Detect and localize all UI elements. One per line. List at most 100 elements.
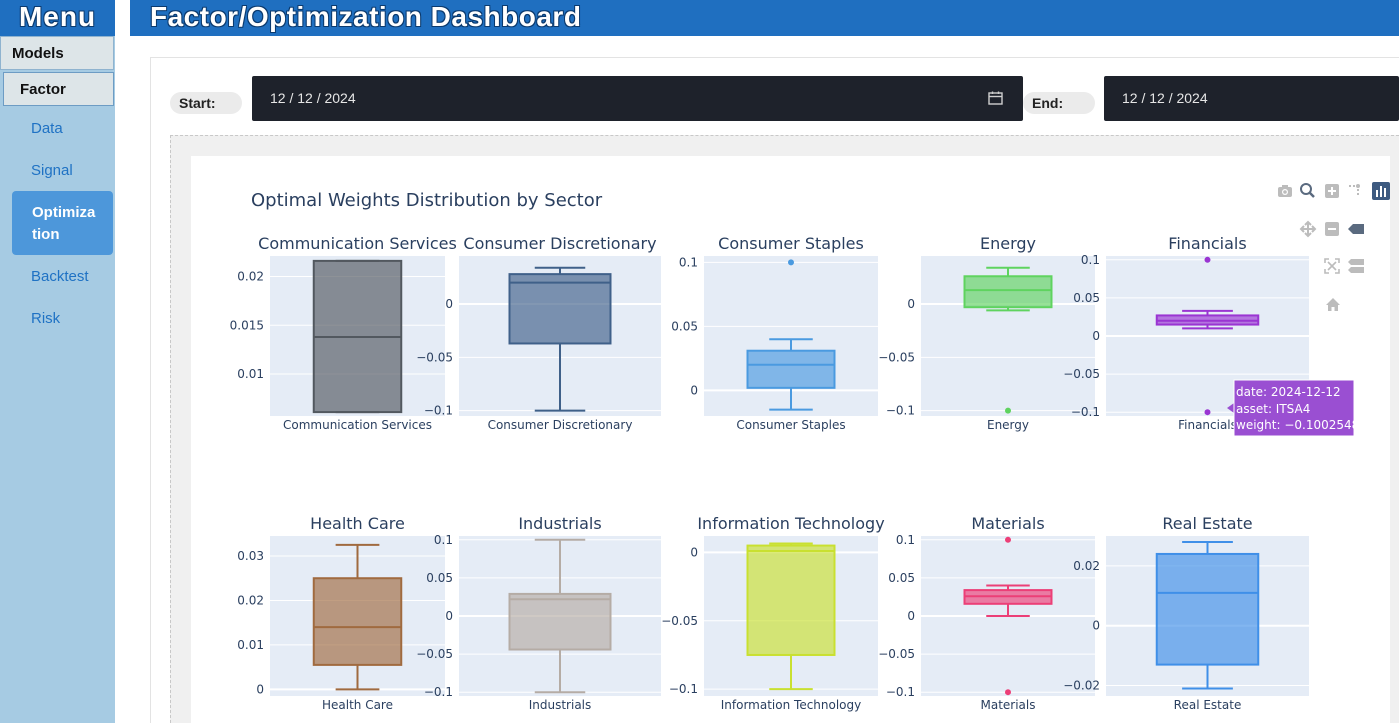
outlier-point[interactable]	[1005, 407, 1011, 414]
x-tick-label: Communication Services	[283, 418, 432, 432]
subplot-title: Industrials	[518, 514, 601, 533]
y-tick-label: 0	[907, 297, 915, 311]
tooltip-weight: weight: −0.1002548	[1236, 418, 1359, 432]
sidebar-item-signal[interactable]: Signal	[31, 162, 73, 179]
sidebar-item-optimization-label: Optimiza tion	[32, 204, 96, 243]
y-tick-label: 0.05	[671, 319, 698, 333]
y-tick-label: 0.05	[426, 571, 453, 585]
y-tick-label: −0.1	[424, 404, 453, 418]
y-tick-label: −0.1	[669, 682, 698, 696]
end-date-label: End:	[1023, 92, 1095, 114]
x-tick-label: Financials	[1178, 418, 1237, 432]
subplot-energy: −0.1 −0.05 0 Energy Energy	[878, 234, 1095, 432]
zoom-in-icon[interactable]	[1325, 184, 1339, 198]
zoom-icon[interactable]	[1300, 183, 1315, 198]
x-tick-label: Materials	[980, 698, 1035, 712]
y-tick-label: 0.1	[434, 533, 453, 547]
hover-compare-icon[interactable]	[1348, 259, 1364, 273]
reset-axes-icon[interactable]	[1326, 298, 1340, 311]
y-tick-label: 0.1	[679, 255, 698, 269]
y-tick-label: −0.05	[416, 647, 453, 661]
tooltip-asset: asset: ITSA4	[1236, 402, 1310, 416]
subplot-title: Energy	[980, 234, 1036, 253]
models-button[interactable]: Models	[0, 36, 114, 70]
x-tick-label: Information Technology	[721, 698, 862, 712]
y-tick-label: 0.01	[237, 638, 264, 652]
factor-button[interactable]: Factor	[3, 72, 114, 106]
start-date-value: 12 / 12 / 2024	[270, 90, 356, 106]
sidebar-item-backtest[interactable]: Backtest	[31, 268, 89, 285]
x-tick-label: Industrials	[529, 698, 592, 712]
subplot-title: Information Technology	[697, 514, 884, 533]
subplot-title: Health Care	[310, 514, 405, 533]
tooltip-date: date: 2024-12-12	[1236, 385, 1341, 399]
y-tick-label: 0	[1092, 329, 1100, 343]
outlier-point[interactable]	[1204, 256, 1211, 263]
x-tick-label: Health Care	[322, 698, 393, 712]
subplot-title: Consumer Discretionary	[463, 234, 656, 253]
y-tick-label: 0	[445, 297, 453, 311]
box[interactable]	[508, 273, 612, 345]
box-plot-chart[interactable]: Optimal Weights Distribution by Sector 0…	[191, 156, 1390, 723]
graph-card: Optimal Weights Distribution by Sector 0…	[191, 156, 1390, 723]
y-tick-label: 0	[690, 545, 698, 559]
chart-title: Optimal Weights Distribution by Sector	[251, 190, 603, 211]
y-tick-label: 0	[445, 609, 453, 623]
outlier-point[interactable]	[1204, 409, 1211, 416]
subplot-title: Financials	[1168, 234, 1246, 253]
outlier-point[interactable]	[1005, 536, 1011, 543]
pan-icon[interactable]	[1299, 220, 1317, 238]
box[interactable]	[746, 544, 836, 656]
subplot-consumer-discretionary: −0.1 −0.05 0 Consumer Discretionary Consumer…	[416, 234, 661, 432]
end-date-input[interactable]: 12 / 12 / 2024	[1104, 76, 1399, 121]
spike-lines-icon[interactable]	[1349, 184, 1360, 195]
calendar-icon[interactable]	[988, 91, 1003, 105]
y-tick-label: −0.05	[1063, 367, 1100, 381]
subplot-real-estate: −0.02 0 0.02 Real Estate Real Estate	[1063, 514, 1309, 712]
x-tick-label: Consumer Discretionary	[488, 418, 633, 432]
sidebar-item-risk[interactable]: Risk	[31, 310, 60, 327]
subplot-title: Materials	[971, 514, 1044, 533]
y-tick-label: 0.05	[888, 571, 915, 585]
box[interactable]	[963, 275, 1053, 309]
y-tick-label: 0.02	[237, 269, 264, 283]
x-tick-label: Consumer Staples	[736, 418, 845, 432]
subplot-title: Real Estate	[1162, 514, 1252, 533]
subplot-title: Communication Services	[258, 234, 457, 253]
sidebar: Menu Models Factor Data Signal Optimiza t…	[0, 0, 115, 723]
y-tick-label: 0.03	[237, 549, 264, 563]
outlier-point[interactable]	[1005, 689, 1011, 696]
y-tick-label: −0.05	[878, 350, 915, 364]
plotly-logo-icon[interactable]	[1372, 182, 1390, 200]
y-tick-label: −0.05	[661, 614, 698, 628]
sidebar-item-data[interactable]: Data	[31, 120, 63, 137]
outlier-point[interactable]	[788, 259, 794, 266]
y-tick-label: 0	[1092, 619, 1100, 633]
subplot-industrials: −0.1 −0.05 0 0.05 0.1 Industrials Industrials	[416, 514, 661, 712]
box[interactable]	[508, 592, 612, 651]
zoom-out-icon[interactable]	[1325, 222, 1339, 236]
y-tick-label: 0.1	[896, 533, 915, 547]
x-tick-label: Real Estate	[1174, 698, 1242, 712]
start-date-input[interactable]: 12 / 12 / 2024	[252, 76, 1023, 121]
y-tick-label: 0.05	[1073, 291, 1100, 305]
y-tick-label: 0	[256, 682, 264, 696]
camera-icon[interactable]	[1278, 185, 1292, 197]
sidebar-item-optimization[interactable]: Optimiza tion	[12, 191, 113, 255]
page-title: Factor/Optimization Dashboard	[150, 1, 582, 32]
y-tick-label: −0.05	[416, 350, 453, 364]
subplot-information-technology: −0.1 −0.05 0 Information Technology Informat…	[661, 514, 884, 712]
hover-closest-icon[interactable]	[1348, 224, 1364, 234]
y-tick-label: −0.1	[424, 685, 453, 699]
x-tick-label: Energy	[987, 418, 1029, 432]
y-tick-label: 0	[907, 609, 915, 623]
y-tick-label: 0.1	[1081, 253, 1100, 267]
box[interactable]	[1155, 552, 1260, 666]
y-tick-label: 0.01	[237, 367, 264, 381]
end-date-value: 12 / 12 / 2024	[1122, 90, 1208, 106]
box[interactable]	[746, 349, 836, 389]
box[interactable]	[312, 577, 403, 666]
autoscale-icon[interactable]	[1324, 258, 1340, 274]
header-bar: Factor/Optimization Dashboard	[130, 0, 1399, 36]
y-tick-label: −0.02	[1063, 679, 1100, 693]
